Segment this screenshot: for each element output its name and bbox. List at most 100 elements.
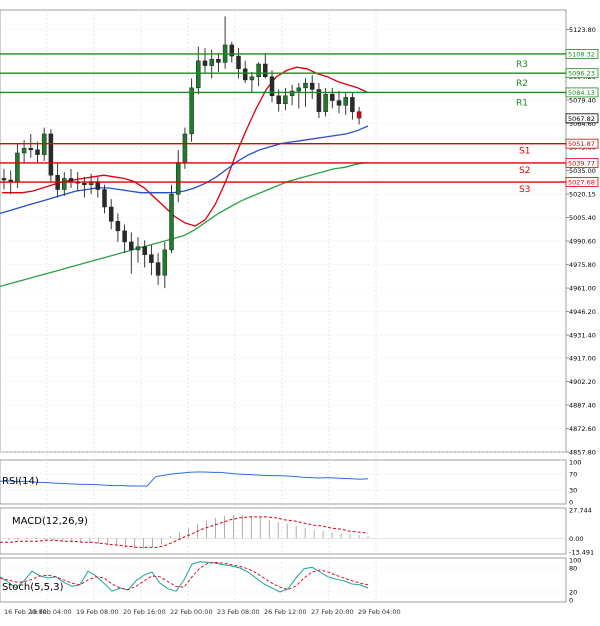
candle-body xyxy=(343,97,348,106)
level-value-label: 5108.32 xyxy=(568,50,595,58)
level-name-s2: S2 xyxy=(519,166,530,176)
candlestick xyxy=(356,106,362,125)
stoch-tick-label: 80 xyxy=(569,565,577,573)
y-tick-label: 5035.00 xyxy=(569,167,596,175)
candle-body xyxy=(189,87,194,135)
candle-body xyxy=(309,82,315,90)
x-tick-label: 26 Feb 12:00 xyxy=(264,608,307,616)
rsi-tick-label: 70 xyxy=(569,471,577,479)
stoch-tick-label: 20 xyxy=(569,589,577,597)
candlestick xyxy=(289,84,295,106)
moving-average-line xyxy=(0,161,369,288)
candle-body xyxy=(249,76,255,81)
candle-body xyxy=(336,100,342,106)
candle-body xyxy=(82,182,87,186)
candlestick xyxy=(55,162,60,198)
candle-body xyxy=(323,93,328,112)
candle-body xyxy=(68,178,74,182)
y-tick-label: 4961.00 xyxy=(569,285,596,293)
level-name-r1: R1 xyxy=(516,98,528,108)
candle-body xyxy=(236,55,241,70)
candlestick xyxy=(242,60,248,84)
stoch-title: Stoch(5,5,3) xyxy=(2,582,64,593)
candlestick xyxy=(48,129,54,182)
macd-panel-frame xyxy=(0,507,567,555)
macd-title: MACD(12,26,9) xyxy=(12,516,88,527)
x-tick-label: 27 Feb 20:00 xyxy=(311,608,354,616)
candlestick xyxy=(263,52,268,79)
x-tick-label: 23 Feb 08:00 xyxy=(217,608,260,616)
x-tick-label: 16 Feb 04:00 xyxy=(29,608,72,616)
candle-body xyxy=(356,111,362,119)
y-tick-label: 5020.15 xyxy=(569,191,596,199)
level-value-label: 5051.87 xyxy=(568,140,595,148)
y-tick-label: 4887.40 xyxy=(569,401,596,409)
level-name-r3: R3 xyxy=(516,60,528,70)
y-tick-label: 5123.80 xyxy=(569,26,596,34)
candle-body xyxy=(122,230,127,243)
candlestick xyxy=(229,41,235,63)
x-tick-label: 29 Feb 04:00 xyxy=(358,608,401,616)
trading-chart: 16 Feb 20:0016 Feb 04:00 19 Feb 08:00 20 F… xyxy=(0,9,599,616)
rsi-tick-label: 100 xyxy=(569,459,581,467)
candle-body xyxy=(115,221,121,232)
candlestick xyxy=(343,92,348,115)
candle-body xyxy=(263,63,268,77)
chart-stage: 16 Feb 20:00 16 Feb 04:00 19 Feb 08:00 20 F… xyxy=(0,0,600,622)
candlestick xyxy=(330,87,335,109)
y-tick-label: 5079.40 xyxy=(569,96,596,104)
candle-body xyxy=(21,147,27,154)
candlestick xyxy=(336,91,342,114)
candle-body xyxy=(28,147,34,151)
stoch-tick-label: 0 xyxy=(569,597,573,605)
candle-body xyxy=(129,241,134,251)
candle-body xyxy=(209,59,214,66)
candlestick xyxy=(249,71,255,93)
candlestick xyxy=(15,143,20,188)
candlestick xyxy=(202,48,208,74)
stoch-tick-label: 100 xyxy=(569,557,581,565)
candlestick xyxy=(28,133,34,158)
candlestick xyxy=(155,253,161,285)
candle-body xyxy=(15,152,20,182)
candlestick xyxy=(142,240,147,268)
candle-body xyxy=(1,178,7,181)
rsi-panel-frame xyxy=(0,459,567,505)
y-tick-label: 4872.60 xyxy=(569,425,596,433)
candlestick xyxy=(350,92,355,120)
candle-body xyxy=(256,63,261,77)
x-tick-label: 22 Feb 00:00 xyxy=(170,608,213,616)
x-tick-label: 20 Feb 16:00 xyxy=(123,608,166,616)
candle-body xyxy=(62,178,67,190)
candlestick xyxy=(149,245,154,276)
candle-body xyxy=(149,254,154,263)
macd-tick-label: 0.00 xyxy=(569,535,583,543)
candle-body xyxy=(35,149,40,155)
current-price-label: 5067.82 xyxy=(568,115,595,123)
level-value-label: 5096.23 xyxy=(568,70,595,78)
x-tick-label: 19 Feb 08:00 xyxy=(76,608,119,616)
macd-tick-label: 27.744 xyxy=(569,507,592,515)
rsi-title: RSI(14) xyxy=(2,476,39,487)
y-tick-label: 4931.40 xyxy=(569,332,596,340)
macd-tick-label: -13.491 xyxy=(569,549,594,557)
candle-body xyxy=(283,95,288,104)
candlestick xyxy=(35,141,40,163)
candle-body xyxy=(276,95,281,104)
candlestick xyxy=(108,199,114,230)
y-tick-label: 5005.40 xyxy=(569,214,596,222)
y-tick-label: 4917.00 xyxy=(569,354,596,362)
candlestick xyxy=(222,16,228,69)
y-tick-label: 4902.20 xyxy=(569,378,596,386)
candlestick xyxy=(169,184,174,254)
candle-body xyxy=(102,189,107,208)
y-tick-label: 4857.80 xyxy=(569,449,596,457)
candle-body xyxy=(175,162,181,195)
candle-body xyxy=(155,262,161,276)
y-tick-label: 4975.80 xyxy=(569,261,596,269)
candlestick xyxy=(309,75,315,99)
candle-body xyxy=(142,246,147,255)
candlestick xyxy=(316,83,322,119)
candlestick xyxy=(102,184,107,214)
y-tick-label: 4946.20 xyxy=(569,308,596,316)
